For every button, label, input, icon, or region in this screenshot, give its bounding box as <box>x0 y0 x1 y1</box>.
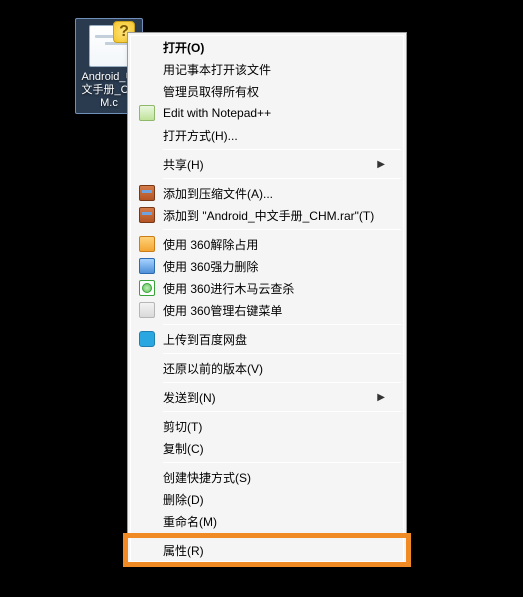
menu-separator <box>163 149 401 150</box>
menu-add-to-named-archive[interactable]: 添加到 "Android_中文手册_CHM.rar"(T) <box>131 204 403 226</box>
menu-separator <box>163 229 401 230</box>
menu-separator <box>163 382 401 383</box>
chm-file-icon: ? <box>85 23 133 69</box>
menu-open-with[interactable]: 打开方式(H)... <box>131 124 403 146</box>
menu-360-unlock[interactable]: 使用 360解除占用 <box>131 233 403 255</box>
submenu-arrow-icon: ▶ <box>377 392 385 403</box>
notepadpp-icon <box>139 105 155 121</box>
360-context-icon <box>139 302 155 318</box>
submenu-arrow-icon: ▶ <box>377 159 385 170</box>
menu-separator <box>163 462 401 463</box>
menu-separator <box>163 535 401 536</box>
winrar-icon <box>139 207 155 223</box>
menu-separator <box>163 411 401 412</box>
menu-rename[interactable]: 重命名(M) <box>131 510 403 532</box>
menu-share[interactable]: 共享(H) ▶ <box>131 153 403 175</box>
menu-separator <box>163 353 401 354</box>
menu-add-to-archive[interactable]: 添加到压缩文件(A)... <box>131 182 403 204</box>
menu-restore-previous[interactable]: 还原以前的版本(V) <box>131 357 403 379</box>
menu-separator <box>163 178 401 179</box>
menu-admin-take-ownership[interactable]: 管理员取得所有权 <box>131 80 403 102</box>
menu-360-trojan-scan[interactable]: 使用 360进行木马云查杀 <box>131 277 403 299</box>
menu-open[interactable]: 打开(O) <box>131 36 403 58</box>
menu-send-to[interactable]: 发送到(N) ▶ <box>131 386 403 408</box>
menu-separator <box>163 324 401 325</box>
menu-upload-baidu[interactable]: 上传到百度网盘 <box>131 328 403 350</box>
menu-360-context-manage[interactable]: 使用 360管理右键菜单 <box>131 299 403 321</box>
360-unlock-icon <box>139 236 155 252</box>
360-delete-icon <box>139 258 155 274</box>
winrar-icon <box>139 185 155 201</box>
context-menu: 打开(O) 用记事本打开该文件 管理员取得所有权 Edit with Notep… <box>127 32 407 565</box>
baidu-pan-icon <box>139 331 155 347</box>
menu-create-shortcut[interactable]: 创建快捷方式(S) <box>131 466 403 488</box>
menu-open-with-notepad[interactable]: 用记事本打开该文件 <box>131 58 403 80</box>
menu-360-force-delete[interactable]: 使用 360强力删除 <box>131 255 403 277</box>
menu-edit-notepad-plus-plus[interactable]: Edit with Notepad++ <box>131 102 403 124</box>
menu-cut[interactable]: 剪切(T) <box>131 415 403 437</box>
360-scan-icon <box>139 280 155 296</box>
menu-properties[interactable]: 属性(R) <box>131 539 403 561</box>
menu-copy[interactable]: 复制(C) <box>131 437 403 459</box>
menu-delete[interactable]: 删除(D) <box>131 488 403 510</box>
